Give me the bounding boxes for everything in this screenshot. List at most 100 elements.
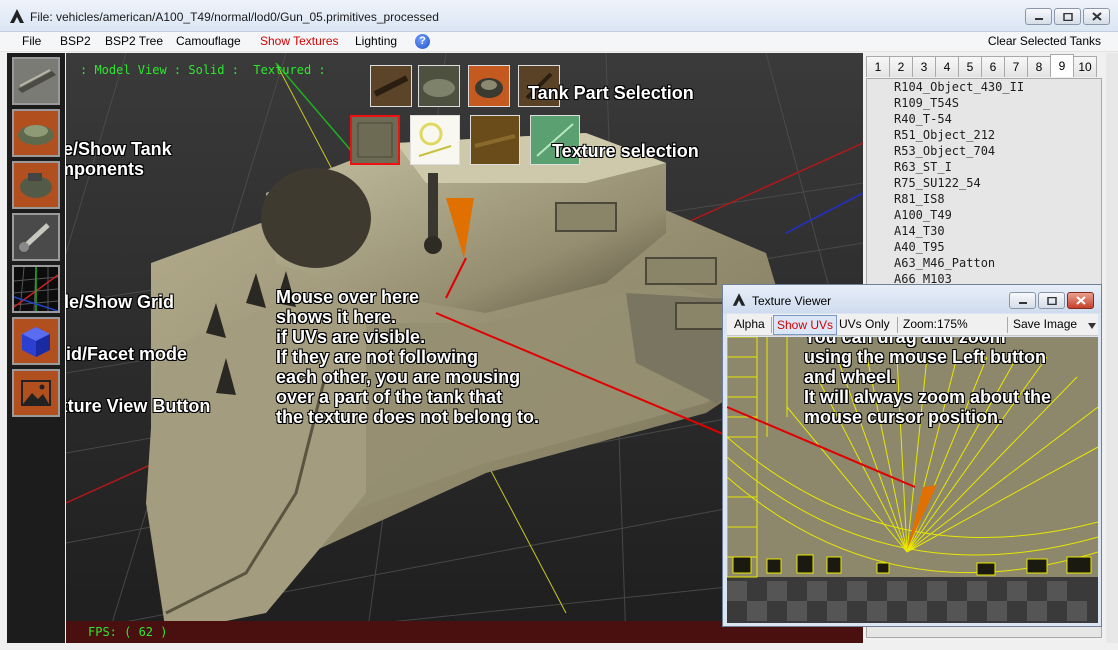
tab-9[interactable]: 9 bbox=[1050, 54, 1074, 77]
texture-viewer-toolbar: Alpha Show UVs UVs Only Zoom:175% Save I… bbox=[727, 314, 1098, 336]
grid-icon bbox=[14, 267, 58, 311]
toolbar-divider bbox=[771, 317, 772, 333]
tab-1[interactable]: 1 bbox=[866, 56, 890, 77]
left-toolbar bbox=[7, 53, 65, 643]
list-item[interactable]: R51_Object_212 bbox=[867, 127, 1101, 143]
solid-facet-label: Solid/Facet mode bbox=[66, 344, 188, 364]
menu-bar: File BSP2 BSP2 Tree Camouflage Show Text… bbox=[0, 32, 1118, 52]
texture-viewer-window: Texture Viewer Alpha Show UVs UVs Only Z… bbox=[722, 284, 1102, 627]
list-item[interactable]: R53_Object_704 bbox=[867, 143, 1101, 159]
turret-part-icon bbox=[469, 66, 509, 106]
texture-selection-label: Texture selection bbox=[552, 141, 699, 161]
menu-show-textures[interactable]: Show Textures bbox=[258, 34, 341, 48]
chassis-part-icon bbox=[419, 66, 459, 106]
app-icon bbox=[732, 293, 746, 306]
tab-10[interactable]: 10 bbox=[1073, 56, 1097, 77]
menu-file[interactable]: File bbox=[20, 34, 43, 48]
help-icon[interactable]: ? bbox=[415, 34, 430, 49]
view-mode-status: : Model View : Solid : Textured : bbox=[80, 63, 326, 77]
tank-turret-top-icon bbox=[14, 163, 58, 207]
uvs-only-toggle[interactable]: UVs Only bbox=[839, 317, 890, 331]
app-icon bbox=[10, 9, 24, 23]
texture-viewer-title-bar[interactable]: Texture Viewer bbox=[723, 285, 1101, 313]
alpha-toggle[interactable]: Alpha bbox=[734, 317, 765, 331]
close-icon bbox=[1091, 12, 1102, 21]
tab-8[interactable]: 8 bbox=[1027, 56, 1051, 77]
tab-4[interactable]: 4 bbox=[935, 56, 959, 77]
window-title: File: vehicles/american/A100_T49/normal/… bbox=[30, 10, 439, 24]
drag-zoom-instructions: You can drag and zoom using the mouse Le… bbox=[804, 337, 1052, 427]
hide-show-grid-label: Hide/Show Grid bbox=[66, 292, 175, 312]
clear-selected-tanks-button[interactable]: Clear Selected Tanks bbox=[988, 34, 1101, 48]
tab-7[interactable]: 7 bbox=[1004, 56, 1028, 77]
list-item[interactable]: A40_T95 bbox=[867, 239, 1101, 255]
list-item[interactable]: R109_T54S bbox=[867, 95, 1101, 111]
tab-6[interactable]: 6 bbox=[981, 56, 1005, 77]
zoom-level: Zoom:175% bbox=[903, 317, 968, 331]
tab-5[interactable]: 5 bbox=[958, 56, 982, 77]
texture-thumb-normal[interactable] bbox=[470, 115, 520, 165]
close-button[interactable] bbox=[1083, 8, 1110, 25]
cube-icon bbox=[14, 319, 58, 363]
maximize-icon bbox=[1046, 296, 1057, 305]
part-thumb-turret[interactable] bbox=[468, 65, 510, 107]
tv-minimize-button[interactable] bbox=[1009, 292, 1036, 309]
tank-gun-button[interactable] bbox=[12, 213, 60, 261]
solid-facet-button[interactable] bbox=[12, 317, 60, 365]
tv-close-button[interactable] bbox=[1067, 292, 1094, 309]
list-item[interactable]: R63_ST_I bbox=[867, 159, 1101, 175]
tab-2[interactable]: 2 bbox=[889, 56, 913, 77]
texture-view-button[interactable] bbox=[12, 369, 60, 417]
mouse-over-instructions: Mouse over here shows it here. if UVs ar… bbox=[276, 287, 540, 427]
alpha-texture-icon bbox=[411, 116, 459, 164]
hide-show-components-label: Hide/Show Tank Components bbox=[66, 139, 172, 179]
tank-tier-tabs: 1 2 3 4 5 6 7 8 9 10 bbox=[866, 54, 1097, 78]
grid-button[interactable] bbox=[12, 265, 60, 313]
texture-viewer-title: Texture Viewer bbox=[752, 294, 832, 308]
tank-turret-button[interactable] bbox=[12, 109, 60, 157]
list-item[interactable]: R75_SU122_54 bbox=[867, 175, 1101, 191]
minimize-icon bbox=[1018, 301, 1027, 304]
part-thumb-hull[interactable] bbox=[370, 65, 412, 107]
tv-maximize-button[interactable] bbox=[1038, 292, 1065, 309]
chevron-down-icon[interactable] bbox=[1088, 323, 1096, 329]
list-item[interactable]: R81_IS8 bbox=[867, 191, 1101, 207]
tank-turret-top-button[interactable] bbox=[12, 161, 60, 209]
list-item[interactable]: R40_T-54 bbox=[867, 111, 1101, 127]
maximize-icon bbox=[1062, 12, 1073, 21]
menu-bsp2-tree[interactable]: BSP2 Tree bbox=[103, 34, 165, 48]
texture-view-button-label: Texture View Button bbox=[66, 396, 211, 416]
menu-camouflage[interactable]: Camouflage bbox=[174, 34, 243, 48]
texture-canvas[interactable]: You can drag and zoom using the mouse Le… bbox=[727, 337, 1098, 623]
maximize-button[interactable] bbox=[1054, 8, 1081, 25]
diffuse-texture-icon bbox=[352, 117, 398, 163]
tank-gun-icon bbox=[14, 215, 58, 259]
part-thumb-chassis[interactable] bbox=[418, 65, 460, 107]
toolbar-divider bbox=[897, 317, 898, 333]
title-bar: File: vehicles/american/A100_T49/normal/… bbox=[0, 0, 1118, 32]
list-item[interactable]: R104_Object_430_II bbox=[867, 79, 1101, 95]
tank-turret-icon bbox=[14, 111, 58, 155]
save-image-button[interactable]: Save Image bbox=[1013, 317, 1077, 331]
list-item[interactable]: A63_M46_Patton bbox=[867, 255, 1101, 271]
menu-bsp2[interactable]: BSP2 bbox=[58, 34, 93, 48]
window-controls bbox=[1025, 8, 1110, 25]
close-icon bbox=[1075, 296, 1086, 305]
tank-hull-button[interactable] bbox=[12, 57, 60, 105]
tank-hull-icon bbox=[14, 59, 58, 103]
main-scrollbar[interactable] bbox=[1106, 53, 1118, 643]
show-uvs-toggle[interactable]: Show UVs bbox=[773, 315, 838, 335]
menu-lighting[interactable]: Lighting bbox=[353, 34, 399, 48]
normal-texture-icon bbox=[471, 116, 519, 164]
tab-3[interactable]: 3 bbox=[912, 56, 936, 77]
tank-part-selection-label: Tank Part Selection bbox=[528, 83, 694, 103]
texture-thumb-diffuse[interactable] bbox=[350, 115, 400, 165]
texture-thumb-alpha[interactable] bbox=[410, 115, 460, 165]
list-item[interactable]: A100_T49 bbox=[867, 207, 1101, 223]
toolbar-divider bbox=[1007, 317, 1008, 333]
list-item[interactable]: A14_T30 bbox=[867, 223, 1101, 239]
minimize-button[interactable] bbox=[1025, 8, 1052, 25]
image-icon bbox=[14, 371, 58, 415]
texture-viewer-controls bbox=[1009, 292, 1094, 309]
hull-part-icon bbox=[371, 66, 411, 106]
